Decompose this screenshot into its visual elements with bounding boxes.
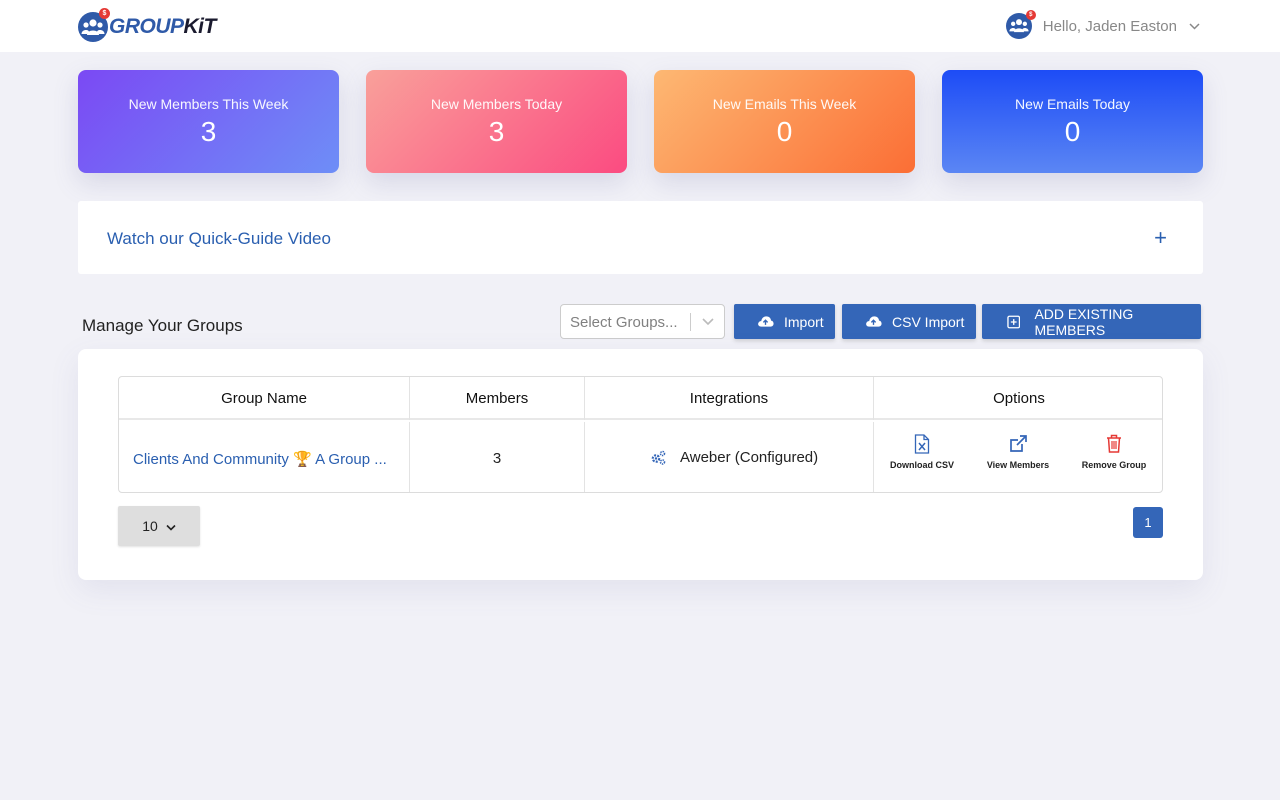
groupkit-logo[interactable]: $ GROUPKiT — [78, 8, 216, 43]
brand-name: GROUPKiT — [109, 15, 216, 38]
col-header-members: Members — [410, 377, 585, 420]
integration-status: Aweber (Configured) — [650, 449, 818, 466]
table-header: Group Name Members Integrations Options — [119, 377, 1162, 420]
select-divider — [690, 313, 691, 331]
top-bar: $ GROUPKiT $ Hello, Jaden Easton — [0, 0, 1280, 52]
group-icon: $ — [78, 8, 110, 42]
user-greeting: Hello, Jaden Easton — [1042, 17, 1177, 35]
download-csv-button[interactable]: Download CSV — [874, 434, 970, 470]
external-link-icon — [970, 434, 1066, 456]
pagination-page-1[interactable]: 1 — [1133, 507, 1163, 538]
group-name-link[interactable]: Clients And Community 🏆 A Group ... — [133, 450, 387, 468]
manage-groups-title: Manage Your Groups — [82, 316, 243, 335]
csv-import-label: CSV Import — [892, 313, 965, 330]
user-avatar: $ — [1005, 10, 1036, 39]
select-placeholder: Select Groups... — [570, 314, 678, 331]
stat-value: 0 — [776, 116, 793, 147]
view-members-label: View Members — [986, 460, 1050, 470]
csv-import-button[interactable]: CSV Import — [842, 304, 976, 339]
cloud-upload-icon — [866, 316, 882, 327]
stat-value: 3 — [488, 116, 505, 147]
quick-guide-panel[interactable]: Watch our Quick-Guide Video + — [78, 201, 1203, 274]
gears-icon — [651, 450, 666, 465]
stat-label: New Members This Week — [128, 96, 289, 112]
stat-card-new-emails-week: New Emails This Week 0 — [654, 70, 915, 173]
page-size-select[interactable]: 10 — [118, 506, 200, 546]
download-csv-label: Download CSV — [889, 460, 954, 470]
stat-label: New Emails This Week — [712, 96, 857, 112]
remove-group-button[interactable]: Remove Group — [1066, 434, 1162, 470]
groups-table: Group Name Members Integrations Options … — [118, 376, 1163, 493]
file-excel-icon — [874, 434, 970, 456]
stat-label: New Members Today — [430, 96, 563, 112]
cell-integrations: Aweber (Configured) — [585, 422, 874, 492]
chevron-down-icon — [166, 518, 176, 534]
stat-value: 0 — [1064, 116, 1081, 147]
members-count: 3 — [492, 450, 502, 467]
remove-group-label: Remove Group — [1081, 460, 1147, 470]
avatar-badge: $ — [1025, 10, 1036, 20]
plus-square-icon — [1007, 315, 1021, 328]
stat-value: 3 — [200, 116, 217, 147]
select-groups-dropdown[interactable]: Select Groups... — [560, 304, 725, 339]
import-button[interactable]: Import — [734, 304, 835, 339]
add-existing-members-button[interactable]: ADD EXISTING MEMBERS — [982, 304, 1201, 339]
stat-card-new-emails-today: New Emails Today 0 — [942, 70, 1203, 173]
cell-members: 3 — [410, 422, 585, 492]
col-header-group-name: Group Name — [119, 377, 410, 420]
trash-icon — [1066, 434, 1162, 456]
cell-group-name: Clients And Community 🏆 A Group ... — [119, 422, 410, 492]
page-size-value: 10 — [142, 518, 158, 534]
table-row: Clients And Community 🏆 A Group ... 3 Aw… — [119, 422, 1162, 492]
chevron-down-icon — [1189, 19, 1200, 33]
quick-guide-title: Watch our Quick-Guide Video — [107, 229, 331, 248]
stat-card-new-members-week: New Members This Week 3 — [78, 70, 339, 173]
col-header-options: Options — [993, 390, 1045, 407]
stat-label: New Emails Today — [1015, 96, 1130, 112]
add-existing-label: ADD EXISTING MEMBERS — [1034, 305, 1134, 338]
integration-label: Aweber (Configured) — [680, 449, 819, 466]
groups-table-panel: Group Name Members Integrations Options … — [78, 349, 1203, 580]
col-header-integrations: Integrations — [585, 377, 874, 420]
expand-plus-icon[interactable]: + — [1154, 225, 1167, 251]
chevron-down-icon — [701, 313, 715, 334]
user-menu[interactable]: $ Hello, Jaden Easton — [1005, 10, 1200, 41]
dollar-badge: $ — [99, 8, 110, 19]
stat-card-new-members-today: New Members Today 3 — [366, 70, 627, 173]
view-members-button[interactable]: View Members — [970, 434, 1066, 470]
cell-options: Download CSV View Members Remove Group — [874, 422, 1162, 492]
import-label: Import — [784, 313, 824, 330]
cloud-upload-icon — [758, 316, 774, 327]
